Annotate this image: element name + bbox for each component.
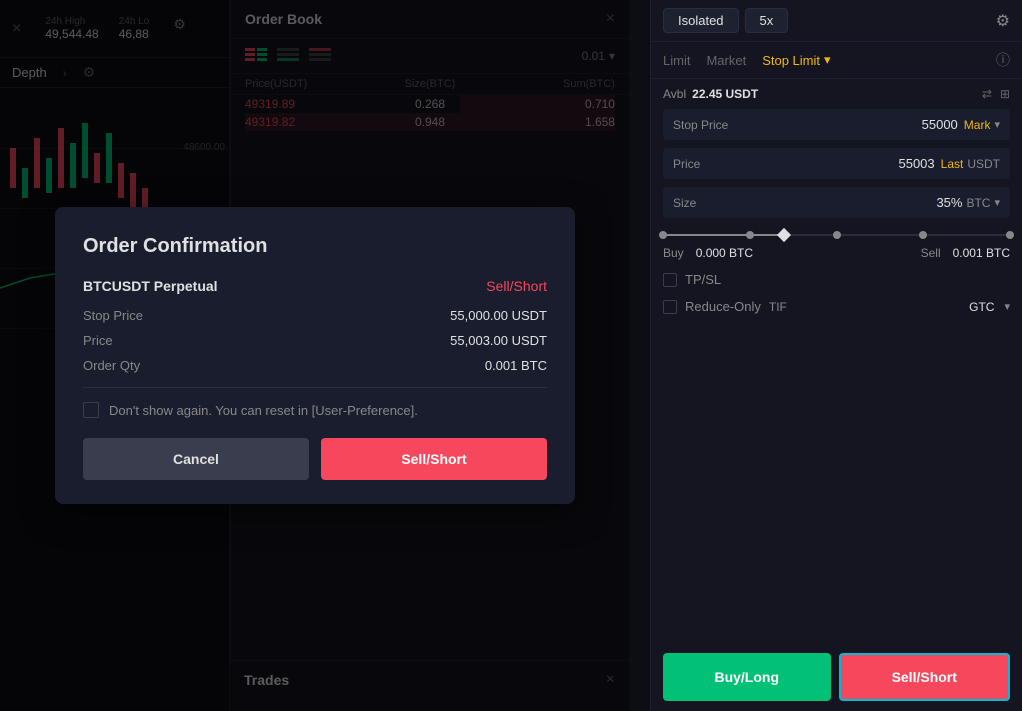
stop-price-value: 55000 (922, 117, 958, 132)
modal-divider (83, 387, 547, 388)
modal-side: Sell/Short (486, 278, 547, 294)
tab-market[interactable]: Market (706, 53, 746, 68)
modal-checkbox-row: Don't show again. You can reset in [User… (83, 402, 547, 418)
stop-price-label: Stop Price (673, 118, 922, 132)
avbl-label: Avbl (663, 87, 686, 101)
buy-long-button[interactable]: Buy/Long (663, 653, 831, 701)
slider-dot-75[interactable] (919, 231, 927, 239)
modal-checkbox-label: Don't show again. You can reset in [User… (109, 403, 418, 418)
modal-stop-price-row: Stop Price 55,000.00 USDT (83, 308, 547, 323)
tif-label: TIF (769, 300, 955, 314)
modal-price-value: 55,003.00 USDT (450, 333, 547, 348)
size-dropdown-icon[interactable]: ▾ (994, 196, 1000, 209)
leverage-button[interactable]: 5x (745, 8, 789, 33)
modal-title: Order Confirmation (83, 235, 547, 258)
slider-dot-25[interactable] (746, 231, 754, 239)
modal-stop-price-value: 55,000.00 USDT (450, 308, 547, 323)
stop-price-field[interactable]: Stop Price 55000 Mark ▾ (663, 109, 1010, 140)
slider-thumb[interactable] (777, 228, 791, 242)
price-tag-last: Last (941, 157, 964, 171)
transfer-icon[interactable]: ⇄ (982, 87, 992, 101)
slider-dot-50[interactable] (833, 231, 841, 239)
stop-price-dropdown-icon[interactable]: ▾ (994, 118, 1000, 131)
modal-cancel-button[interactable]: Cancel (83, 438, 309, 480)
modal-dont-show-checkbox[interactable] (83, 402, 99, 418)
order-confirmation-modal: Order Confirmation BTCUSDT Perpetual Sel… (55, 207, 575, 504)
settings-icon[interactable]: ⚙ (996, 11, 1010, 31)
size-slider-row (651, 226, 1022, 240)
modal-confirm-button[interactable]: Sell/Short (321, 438, 547, 480)
tab-limit[interactable]: Limit (663, 53, 690, 68)
modal-overlay: Order Confirmation BTCUSDT Perpetual Sel… (0, 0, 630, 711)
slider-track[interactable] (663, 234, 1010, 236)
modal-price-label: Price (83, 333, 113, 348)
price-unit: USDT (967, 157, 1000, 171)
tpsl-label: TP/SL (685, 272, 721, 287)
size-unit: BTC (966, 196, 990, 210)
sell-short-button[interactable]: Sell/Short (839, 653, 1011, 701)
tpsl-row: TP/SL (651, 266, 1022, 293)
stop-limit-label: Stop Limit (762, 53, 820, 68)
modal-actions: Cancel Sell/Short (83, 438, 547, 480)
stop-limit-dropdown-icon: ▾ (824, 52, 831, 68)
info-icon[interactable]: ⓘ (996, 50, 1010, 70)
size-field[interactable]: Size 35% BTC ▾ (663, 187, 1010, 218)
isolated-button[interactable]: Isolated (663, 8, 739, 33)
tif-value[interactable]: GTC (969, 300, 994, 314)
reduce-only-row: Reduce-Only TIF GTC ▾ (651, 293, 1022, 320)
size-value: 35% (936, 195, 962, 210)
modal-qty-label: Order Qty (83, 358, 140, 373)
size-label: Size (673, 196, 936, 210)
avbl-action-icons: ⇄ ⊞ (982, 87, 1010, 101)
buy-value: 0.000 BTC (696, 246, 753, 260)
avbl-value: 22.45 USDT (692, 87, 758, 101)
modal-pair: BTCUSDT Perpetual (83, 278, 218, 294)
modal-pair-row: BTCUSDT Perpetual Sell/Short (83, 278, 547, 294)
action-buttons: Buy/Long Sell/Short (651, 643, 1022, 711)
sell-label: Sell (921, 246, 941, 260)
price-field[interactable]: Price 55003 Last USDT (663, 148, 1010, 179)
modal-price-row: Price 55,003.00 USDT (83, 333, 547, 348)
price-label: Price (673, 157, 898, 171)
tif-dropdown-icon[interactable]: ▾ (1004, 300, 1010, 313)
reduce-only-label: Reduce-Only (685, 299, 761, 314)
tpsl-checkbox[interactable] (663, 273, 677, 287)
modal-qty-row: Order Qty 0.001 BTC (83, 358, 547, 373)
buy-label: Buy (663, 246, 684, 260)
tab-stop-limit[interactable]: Stop Limit ▾ (762, 52, 830, 68)
available-balance-row: Avbl 22.45 USDT ⇄ ⊞ (651, 79, 1022, 109)
calculator-icon[interactable]: ⊞ (1000, 87, 1010, 101)
buy-sell-amounts: Buy 0.000 BTC Sell 0.001 BTC (651, 240, 1022, 266)
slider-fill (663, 234, 784, 236)
stop-price-tag[interactable]: Mark (964, 118, 991, 132)
modal-stop-price-label: Stop Price (83, 308, 143, 323)
reduce-only-checkbox[interactable] (663, 300, 677, 314)
order-type-tabs: Limit Market Stop Limit ▾ ⓘ (651, 42, 1022, 79)
right-panel: Isolated 5x ⚙ Limit Market Stop Limit ▾ … (650, 0, 1022, 711)
margin-controls: Isolated 5x ⚙ (651, 0, 1022, 42)
sell-value: 0.001 BTC (953, 246, 1010, 260)
slider-dot-100[interactable] (1006, 231, 1014, 239)
modal-qty-value: 0.001 BTC (485, 358, 547, 373)
price-value: 55003 (898, 156, 934, 171)
slider-dot-0[interactable] (659, 231, 667, 239)
